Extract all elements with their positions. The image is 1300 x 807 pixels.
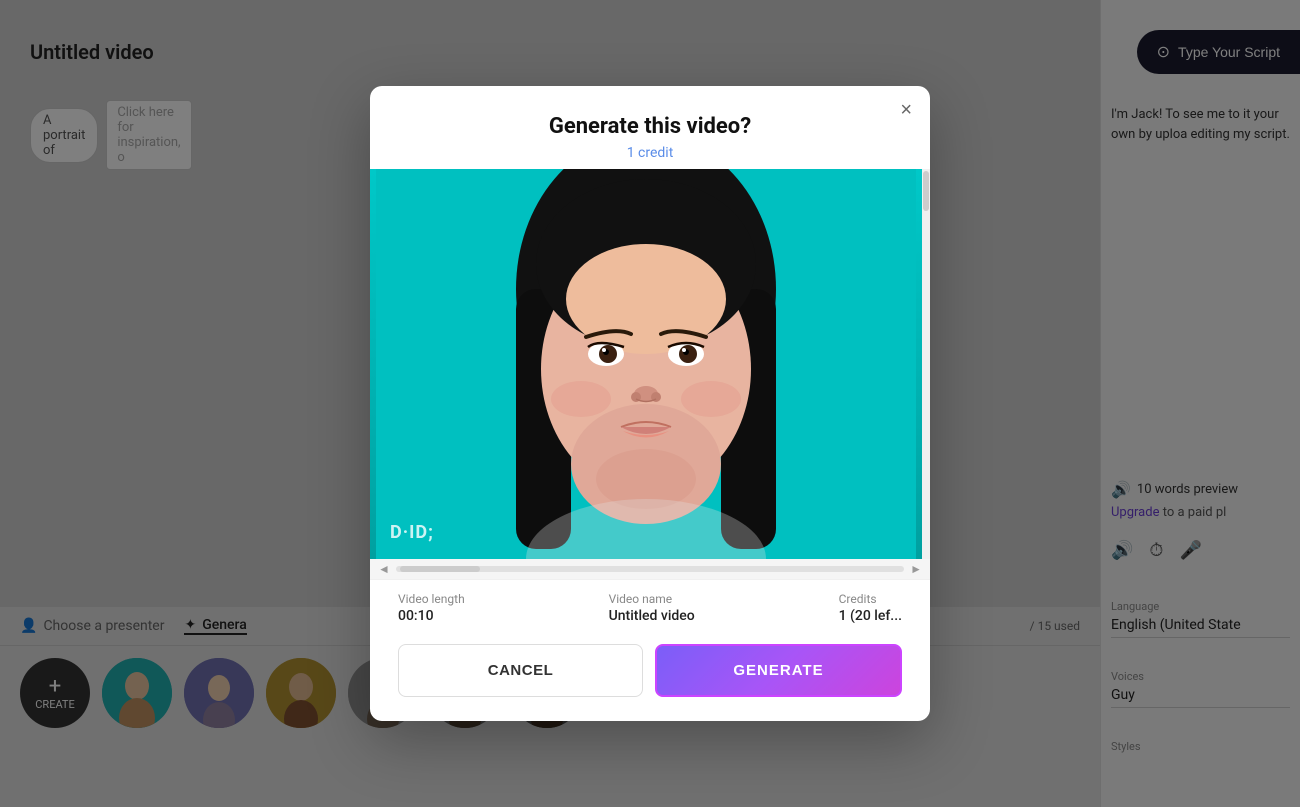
scroll-right-arrow[interactable]: ►	[910, 562, 922, 576]
credits-info: Credits 1 (20 lef...	[839, 592, 902, 624]
modal-actions: CANCEL GENERATE	[370, 632, 930, 721]
modal-header: Generate this video? 1 credit ×	[370, 86, 930, 161]
video-name-info: Video name Untitled video	[609, 592, 695, 624]
horizontal-scroll-bar: ◄ ►	[370, 559, 930, 579]
modal-image-container: D·ID;	[370, 169, 930, 559]
modal-close-button[interactable]: ×	[900, 100, 912, 120]
scrollbar-thumb	[923, 171, 929, 211]
did-watermark: D·ID;	[390, 522, 434, 543]
video-length-value: 00:10	[398, 608, 465, 624]
video-length-label: Video length	[398, 592, 465, 606]
avatar-face-svg	[370, 169, 922, 559]
h-scrollbar-track	[396, 566, 904, 572]
credits-value: 1 (20 lef...	[839, 608, 902, 624]
generate-button[interactable]: GENERATE	[655, 644, 902, 697]
modal-overlay: Generate this video? 1 credit ×	[0, 0, 1300, 807]
video-name-value: Untitled video	[609, 608, 695, 624]
generate-modal: Generate this video? 1 credit ×	[370, 86, 930, 721]
scroll-left-arrow[interactable]: ◄	[378, 562, 390, 576]
vertical-scrollbar[interactable]	[922, 169, 930, 559]
cancel-button[interactable]: CANCEL	[398, 644, 643, 697]
video-length-info: Video length 00:10	[398, 592, 465, 624]
avatar-image-bg: D·ID;	[370, 169, 922, 559]
video-name-label: Video name	[609, 592, 695, 606]
modal-info: Video length 00:10 Video name Untitled v…	[370, 579, 930, 632]
modal-credit: 1 credit	[398, 145, 902, 161]
modal-title: Generate this video?	[398, 114, 902, 139]
h-scrollbar-thumb	[400, 566, 480, 572]
credits-label: Credits	[839, 592, 902, 606]
